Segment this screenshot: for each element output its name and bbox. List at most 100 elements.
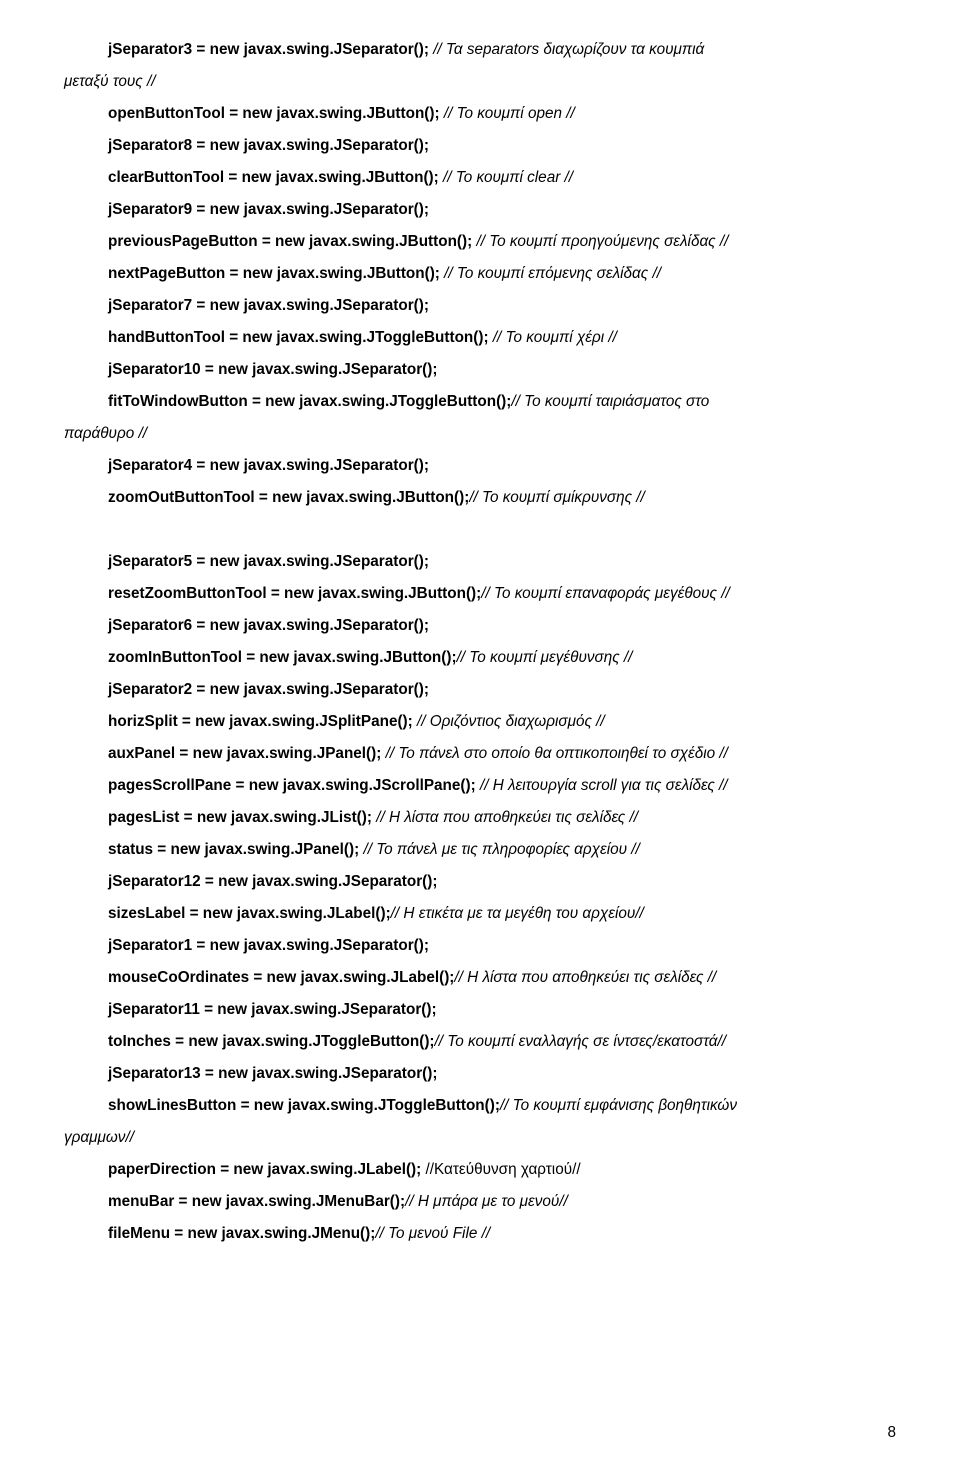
code-text: fitToWindowButton = new javax.swing.JTog… — [108, 393, 511, 410]
code-text: jSeparator5 = new javax.swing.JSeparator… — [108, 553, 429, 570]
code-comment: παράθυρο // — [64, 425, 147, 442]
code-line: παράθυρο // — [64, 418, 896, 450]
code-line: jSeparator9 = new javax.swing.JSeparator… — [64, 194, 896, 226]
code-text: toInches = new javax.swing.JToggleButton… — [108, 1033, 435, 1050]
code-line: jSeparator10 = new javax.swing.JSeparato… — [64, 354, 896, 386]
code-text: zoomOutButtonTool = new javax.swing.JBut… — [108, 489, 469, 506]
code-comment: // Το κουμπί επαναφοράς μεγέθους // — [481, 585, 730, 602]
code-line — [64, 514, 896, 546]
code-line: pagesList = new javax.swing.JList(); // … — [64, 802, 896, 834]
code-line: resetZoomButtonTool = new javax.swing.JB… — [64, 578, 896, 610]
page-number: 8 — [887, 1424, 896, 1442]
code-line: horizSplit = new javax.swing.JSplitPane(… — [64, 706, 896, 738]
document-page: jSeparator3 = new javax.swing.JSeparator… — [0, 0, 960, 1482]
code-comment: // Το κουμπί ταιριάσματος στο — [511, 393, 709, 410]
code-line: zoomOutButtonTool = new javax.swing.JBut… — [64, 482, 896, 514]
code-line: zoomInButtonTool = new javax.swing.JButt… — [64, 642, 896, 674]
code-comment: // Το πάνελ στο οποίο θα οπτικοποιηθεί τ… — [386, 745, 728, 762]
code-text: horizSplit = new javax.swing.JSplitPane(… — [108, 713, 417, 730]
code-text: jSeparator4 = new javax.swing.JSeparator… — [108, 457, 429, 474]
code-comment: // Το κουμπί open // — [444, 105, 575, 122]
code-text: jSeparator3 = new javax.swing.JSeparator… — [108, 41, 433, 58]
code-line: jSeparator13 = new javax.swing.JSeparato… — [64, 1058, 896, 1090]
code-line: γραμμων// — [64, 1122, 896, 1154]
code-comment: // Η λειτουργία scroll για τις σελίδες /… — [480, 777, 728, 794]
code-text: jSeparator13 = new javax.swing.JSeparato… — [108, 1065, 437, 1082]
code-line: status = new javax.swing.JPanel(); // Το… — [64, 834, 896, 866]
code-line: clearButtonTool = new javax.swing.JButto… — [64, 162, 896, 194]
code-text: jSeparator10 = new javax.swing.JSeparato… — [108, 361, 437, 378]
code-comment: // Το κουμπί clear // — [443, 169, 573, 186]
code-line: jSeparator11 = new javax.swing.JSeparato… — [64, 994, 896, 1026]
code-line: mouseCoOrdinates = new javax.swing.JLabe… — [64, 962, 896, 994]
code-text: status = new javax.swing.JPanel(); — [108, 841, 363, 858]
code-text: pagesScrollPane = new javax.swing.JScrol… — [108, 777, 480, 794]
code-text: jSeparator6 = new javax.swing.JSeparator… — [108, 617, 429, 634]
code-lines: jSeparator3 = new javax.swing.JSeparator… — [64, 34, 896, 1250]
code-line: menuBar = new javax.swing.JMenuBar();// … — [64, 1186, 896, 1218]
code-line: jSeparator12 = new javax.swing.JSeparato… — [64, 866, 896, 898]
code-line: auxPanel = new javax.swing.JPanel(); // … — [64, 738, 896, 770]
code-comment: μεταξύ τους // — [64, 73, 155, 90]
code-text: nextPageButton = new javax.swing.JButton… — [108, 265, 444, 282]
code-line: pagesScrollPane = new javax.swing.JScrol… — [64, 770, 896, 802]
code-line: jSeparator2 = new javax.swing.JSeparator… — [64, 674, 896, 706]
code-comment: // Το μενού File // — [375, 1225, 490, 1242]
code-text: previousPageButton = new javax.swing.JBu… — [108, 233, 476, 250]
code-comment: // Το κουμπί σμίκρυνσης // — [469, 489, 645, 506]
code-line: jSeparator7 = new javax.swing.JSeparator… — [64, 290, 896, 322]
code-line: sizesLabel = new javax.swing.JLabel();//… — [64, 898, 896, 930]
code-line: nextPageButton = new javax.swing.JButton… — [64, 258, 896, 290]
code-text: jSeparator11 = new javax.swing.JSeparato… — [108, 1001, 437, 1018]
code-comment: // Η μπάρα με το μενού// — [405, 1193, 568, 1210]
code-text: menuBar = new javax.swing.JMenuBar(); — [108, 1193, 405, 1210]
code-text: jSeparator7 = new javax.swing.JSeparator… — [108, 297, 429, 314]
code-line: fileMenu = new javax.swing.JMenu();// Το… — [64, 1218, 896, 1250]
code-line: jSeparator1 = new javax.swing.JSeparator… — [64, 930, 896, 962]
code-line: handButtonTool = new javax.swing.JToggle… — [64, 322, 896, 354]
code-comment: γραμμων// — [64, 1129, 134, 1146]
code-text: paperDirection = new javax.swing.JLabel(… — [108, 1161, 426, 1178]
code-line: jSeparator6 = new javax.swing.JSeparator… — [64, 610, 896, 642]
code-line: jSeparator4 = new javax.swing.JSeparator… — [64, 450, 896, 482]
code-comment: // Οριζόντιος διαχωρισμός // — [417, 713, 605, 730]
code-comment: // Το κουμπί χέρι // — [493, 329, 617, 346]
code-line: jSeparator8 = new javax.swing.JSeparator… — [64, 130, 896, 162]
code-text: sizesLabel = new javax.swing.JLabel(); — [108, 905, 391, 922]
code-text: resetZoomButtonTool = new javax.swing.JB… — [108, 585, 481, 602]
code-comment: // Η λίστα που αποθηκεύει τις σελίδες // — [376, 809, 638, 826]
code-text: jSeparator12 = new javax.swing.JSeparato… — [108, 873, 437, 890]
code-comment: // Το κουμπί προηγούμενης σελίδας // — [476, 233, 728, 250]
code-text: openButtonTool = new javax.swing.JButton… — [108, 105, 444, 122]
code-comment: // Η ετικέτα με τα μεγέθη του αρχείου// — [391, 905, 644, 922]
code-comment: // Η λίστα που αποθηκεύει τις σελίδες // — [454, 969, 716, 986]
code-line: openButtonTool = new javax.swing.JButton… — [64, 98, 896, 130]
code-comment: // Το κουμπί μεγέθυνσης // — [457, 649, 633, 666]
code-line: fitToWindowButton = new javax.swing.JTog… — [64, 386, 896, 418]
code-line: paperDirection = new javax.swing.JLabel(… — [64, 1154, 896, 1186]
code-line: jSeparator3 = new javax.swing.JSeparator… — [64, 34, 896, 66]
code-comment: // Το κουμπί εμφάνισης βοηθητικών — [500, 1097, 737, 1114]
code-text: //Κατεύθυνση χαρτιού// — [426, 1161, 581, 1178]
code-text: showLinesButton = new javax.swing.JToggl… — [108, 1097, 500, 1114]
code-text: jSeparator9 = new javax.swing.JSeparator… — [108, 201, 429, 218]
code-text: zoomInButtonTool = new javax.swing.JButt… — [108, 649, 457, 666]
code-text: fileMenu = new javax.swing.JMenu(); — [108, 1225, 375, 1242]
code-text: mouseCoOrdinates = new javax.swing.JLabe… — [108, 969, 454, 986]
code-text: pagesList = new javax.swing.JList(); — [108, 809, 376, 826]
code-text: jSeparator1 = new javax.swing.JSeparator… — [108, 937, 429, 954]
code-text: jSeparator8 = new javax.swing.JSeparator… — [108, 137, 429, 154]
code-text: jSeparator2 = new javax.swing.JSeparator… — [108, 681, 429, 698]
code-comment: // Το κουμπί επόμενης σελίδας // — [444, 265, 661, 282]
code-comment: // Το κουμπί εναλλαγής σε ίντσες/εκατοστ… — [435, 1033, 726, 1050]
code-text: clearButtonTool = new javax.swing.JButto… — [108, 169, 443, 186]
code-line: previousPageButton = new javax.swing.JBu… — [64, 226, 896, 258]
code-text: handButtonTool = new javax.swing.JToggle… — [108, 329, 493, 346]
code-comment: // Το πάνελ με τις πληροφορίες αρχείου /… — [363, 841, 639, 858]
code-text: auxPanel = new javax.swing.JPanel(); — [108, 745, 386, 762]
code-line: jSeparator5 = new javax.swing.JSeparator… — [64, 546, 896, 578]
code-line: μεταξύ τους // — [64, 66, 896, 98]
code-comment: // Τα separators διαχωρίζουν τα κουμπιά — [433, 41, 704, 58]
code-line: showLinesButton = new javax.swing.JToggl… — [64, 1090, 896, 1122]
code-line: toInches = new javax.swing.JToggleButton… — [64, 1026, 896, 1058]
